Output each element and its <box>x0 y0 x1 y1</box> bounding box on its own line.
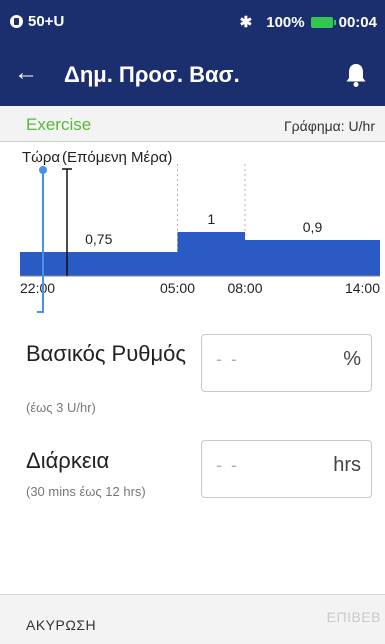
carrier-text: 50+U <box>28 13 65 30</box>
battery-icon <box>310 16 336 28</box>
graph-unit-label: Γράφημα: U/hr <box>283 118 375 134</box>
bar-segment-3 <box>245 240 380 276</box>
bar-value-label-3: 0,9 <box>303 219 323 235</box>
status-bar: 50+U ✱ 100% 00:04 <box>0 0 385 44</box>
bell-icon[interactable] <box>345 62 367 88</box>
x-tick-label-1: 22:00 <box>20 280 55 296</box>
x-tick-label-2: 05:00 <box>160 280 195 296</box>
battery-percent: 100% <box>266 13 305 31</box>
basal-rate-input[interactable]: - - % <box>201 334 372 392</box>
arrow-left-icon[interactable]: ← <box>14 58 38 88</box>
status-left: 50+U <box>10 13 64 30</box>
x-tick-label-3: 08:00 <box>227 280 262 296</box>
basal-rate-placeholder: - - <box>216 349 239 369</box>
next-day-label: (Επόμενη Μέρα) <box>62 149 172 166</box>
basal-rate-label: Βασικός Ρυθμός <box>26 341 186 366</box>
chart-marks: 0,75 1 0,9 22:00 05:00 08:00 14:00 <box>20 164 380 313</box>
bluetooth-icon: ✱ <box>239 14 253 31</box>
duration-input[interactable]: - - hrs <box>201 440 372 498</box>
x-tick-label-4: 14:00 <box>345 280 380 296</box>
duration-hint: (30 mins έως 12 hrs) <box>26 484 146 499</box>
confirm-button[interactable]: ΕΠΙΒΕΒ <box>327 609 381 625</box>
basal-rate-unit: % <box>343 348 361 370</box>
cancel-button[interactable]: ΑΚΥΡΩΣΗ <box>26 617 96 633</box>
page-title: Δημ. Προσ. Βασ. <box>64 62 240 87</box>
clock: 00:04 <box>338 13 377 31</box>
basal-chart: Τώρα (Επόμενη Μέρα) 0,75 1 0,9 22:00 05:00 08… <box>20 149 380 313</box>
app-bar: ← Δημ. Προσ. Βασ. <box>0 44 385 106</box>
duration-placeholder: - - <box>216 455 239 475</box>
sim-icon <box>10 15 23 28</box>
duration-unit: hrs <box>333 454 361 476</box>
exercise-label: Exercise <box>26 115 92 134</box>
bar-segment-2 <box>177 232 245 276</box>
duration-label: Διάρκεια <box>26 448 110 473</box>
status-right: ✱ 100% 00:04 <box>239 13 377 32</box>
bar-value-label-1: 0,75 <box>85 231 112 247</box>
bar-value-label-2: 1 <box>207 211 215 227</box>
now-label: Τώρα <box>22 149 60 166</box>
basal-rate-hint: (έως 3 U/hr) <box>26 400 96 415</box>
chart-header: Exercise Γράφημα: U/hr <box>0 106 385 142</box>
footer: ΑΚΥΡΩΣΗ ΕΠΙΒΕΒ <box>0 594 385 644</box>
